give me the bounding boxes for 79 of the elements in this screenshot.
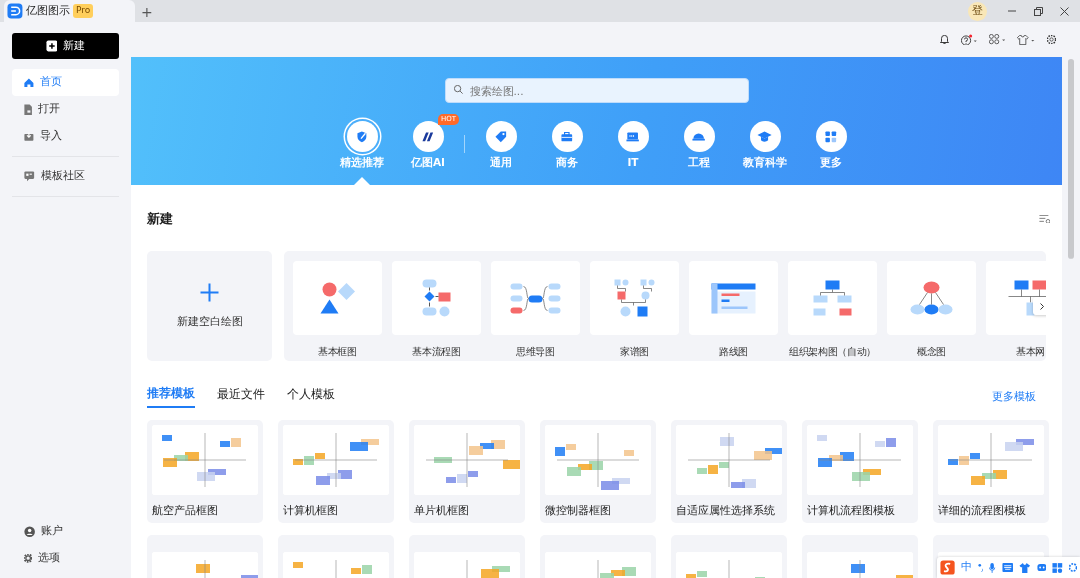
- diagram-thumbnail-icon: [510, 282, 561, 314]
- template-title: 微控制器框图: [545, 503, 612, 518]
- template-tab[interactable]: 最近文件: [217, 384, 265, 408]
- microphone-icon: [989, 561, 996, 574]
- new-button[interactable]: 新建: [12, 33, 119, 59]
- search-icon: [453, 85, 463, 94]
- import-icon: [24, 132, 34, 141]
- pro-badge: Pro: [72, 4, 94, 18]
- apps-icon: [988, 34, 1006, 45]
- template-card[interactable]: 航空产品框图: [147, 420, 263, 523]
- help-icon: [960, 33, 977, 46]
- close-icon: [1059, 6, 1069, 16]
- diagram-thumbnail-icon: [614, 279, 655, 317]
- app-logo-icon: [7, 3, 23, 19]
- section-title: 新建: [147, 210, 173, 229]
- briefcase-icon: [561, 131, 573, 142]
- template-card[interactable]: 计算机框图: [278, 420, 394, 523]
- bell-icon: [939, 35, 949, 44]
- sidebar-item[interactable]: 打开: [12, 96, 119, 123]
- app-tab[interactable]: 亿图图示 Pro: [4, 0, 135, 22]
- robot-icon: [1036, 563, 1047, 572]
- badge-icon: [357, 130, 367, 143]
- monitor-icon: [626, 131, 640, 142]
- template-title: 单片机框图: [414, 503, 470, 518]
- punctuation-icon: [978, 562, 984, 573]
- home-icon: [24, 77, 34, 88]
- chevron-right-icon: [1040, 303, 1044, 310]
- user-icon: [24, 525, 36, 538]
- file-icon: [24, 103, 33, 116]
- template-card[interactable]: 计算机流程图模板: [802, 420, 918, 523]
- user-avatar[interactable]: 登: [968, 1, 987, 21]
- chat-icon: [24, 171, 35, 182]
- diagram-thumbnail-icon: [711, 282, 756, 314]
- search-field[interactable]: 搜索绘图...: [444, 78, 749, 103]
- app-title: 亿图图示: [25, 2, 70, 19]
- template-tab[interactable]: 推荐模板: [147, 384, 195, 408]
- tag-icon: [495, 130, 507, 143]
- diagram-thumbnail-icon: [813, 280, 852, 316]
- graduation-cap-icon: [757, 131, 773, 143]
- sidebar-item[interactable]: 首页: [12, 69, 119, 96]
- template-card[interactable]: 单片机框图: [409, 420, 525, 523]
- diagram-thumbnail-icon: [422, 279, 451, 317]
- sidebar-item[interactable]: 导入: [12, 123, 119, 150]
- settings-icon: [24, 554, 33, 563]
- helmet-icon: [692, 132, 706, 141]
- diagram-thumbnail-icon: [910, 281, 953, 315]
- slash-icon: [422, 131, 434, 142]
- plus-icon: [200, 282, 219, 302]
- template-tab[interactable]: 个人模板: [287, 384, 335, 408]
- new-tab-button[interactable]: +: [141, 5, 153, 19]
- sogou-logo-icon: [940, 559, 956, 576]
- template-title: 计算机框图: [283, 503, 339, 518]
- apps-icon: [1052, 561, 1064, 574]
- settings-icon: [1069, 563, 1077, 572]
- sidebar-item[interactable]: 账户: [12, 518, 119, 545]
- template-title: 自适应属性选择系统: [676, 503, 776, 518]
- shirt-icon: [1019, 561, 1031, 574]
- sidebar-item[interactable]: 选项: [12, 545, 119, 572]
- sidebar-item[interactable]: 模板社区: [12, 163, 119, 190]
- settings-icon: [1047, 35, 1056, 44]
- plus-icon: [45, 40, 58, 52]
- template-card[interactable]: 微控制器框图: [540, 420, 656, 523]
- template-title: 航空产品框图: [152, 503, 219, 518]
- filter-icon: [1038, 214, 1050, 224]
- ime-toolbar[interactable]: 中: [937, 557, 1080, 578]
- shirt-icon: [1017, 34, 1035, 45]
- template-card[interactable]: 详细的流程图模板: [933, 420, 1049, 523]
- diagram-thumbnail-icon: [1008, 280, 1046, 316]
- diagram-thumbnail-icon: [319, 282, 356, 314]
- input-mode[interactable]: 中: [961, 559, 973, 576]
- grid-icon: [825, 130, 837, 143]
- blank-diagram-button[interactable]: 新建空白绘图: [147, 251, 272, 361]
- template-title: 计算机流程图模板: [807, 503, 896, 518]
- template-card[interactable]: 自适应属性选择系统: [671, 420, 787, 523]
- keyboard-icon: [1001, 562, 1014, 573]
- next-button[interactable]: [1033, 297, 1046, 315]
- more-templates-link[interactable]: 更多模板: [992, 389, 1036, 405]
- restore-icon: [1033, 6, 1043, 16]
- template-title: 详细的流程图模板: [938, 503, 1027, 518]
